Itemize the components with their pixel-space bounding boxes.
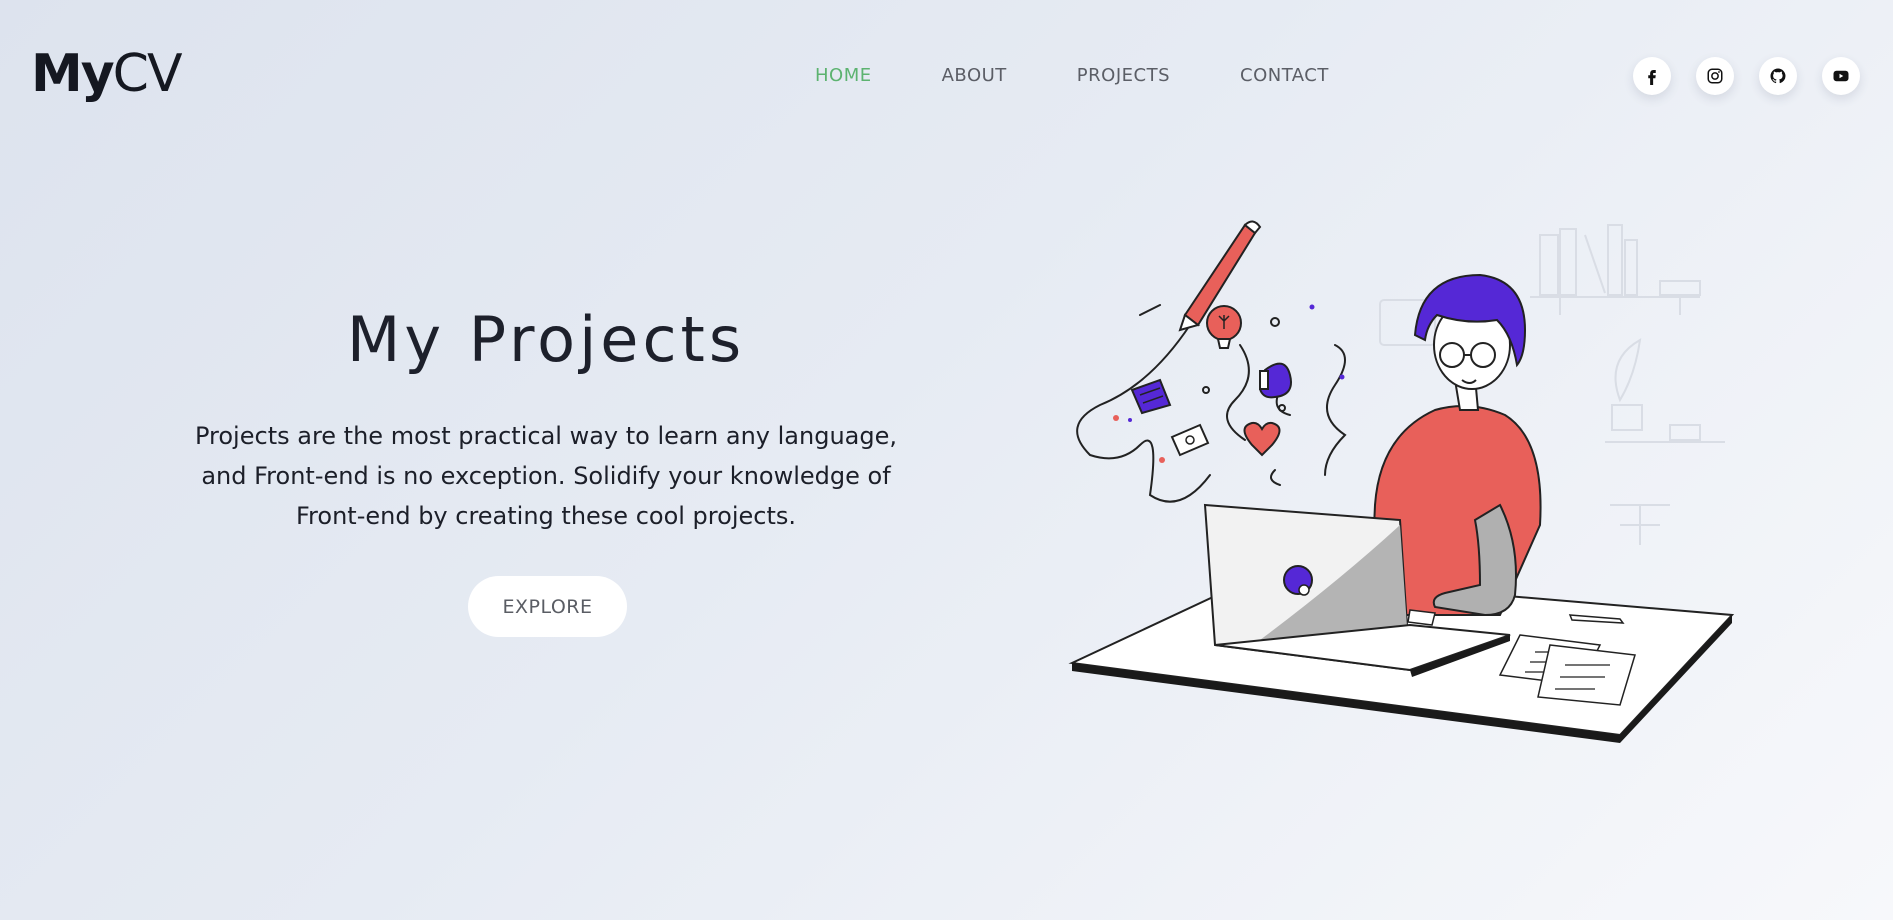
- hero-title: My Projects: [346, 303, 746, 376]
- nav-about[interactable]: ABOUT: [942, 64, 1007, 88]
- github-button[interactable]: [1759, 57, 1797, 95]
- thumbs-up-icon: [1258, 362, 1292, 399]
- developer-illustration: [1068, 220, 1735, 743]
- money-icon: [1170, 423, 1210, 457]
- facebook-button[interactable]: [1633, 57, 1671, 95]
- youtube-icon: [1833, 70, 1849, 82]
- social-links: [1633, 57, 1860, 95]
- note-icon: [1130, 378, 1172, 415]
- github-icon: [1770, 68, 1786, 84]
- logo-part-cv: CV: [112, 44, 183, 104]
- facebook-icon: [1648, 70, 1656, 85]
- nav-contact[interactable]: CONTACT: [1240, 64, 1329, 88]
- nav-home[interactable]: HOME: [815, 64, 872, 88]
- heart-icon: [1243, 421, 1281, 457]
- main-nav: HOME ABOUT PROJECTS CONTACT: [815, 64, 1329, 88]
- logo-part-my: My: [31, 44, 115, 104]
- instagram-button[interactable]: [1696, 57, 1734, 95]
- youtube-button[interactable]: [1822, 57, 1860, 95]
- hero-description: Projects are the most practical way to l…: [194, 422, 898, 530]
- nav-projects[interactable]: PROJECTS: [1077, 64, 1170, 88]
- site-logo[interactable]: MyCV: [31, 44, 183, 104]
- instagram-icon: [1707, 68, 1723, 84]
- lightbulb-icon: [1206, 305, 1242, 349]
- explore-button[interactable]: EXPLORE: [468, 576, 627, 637]
